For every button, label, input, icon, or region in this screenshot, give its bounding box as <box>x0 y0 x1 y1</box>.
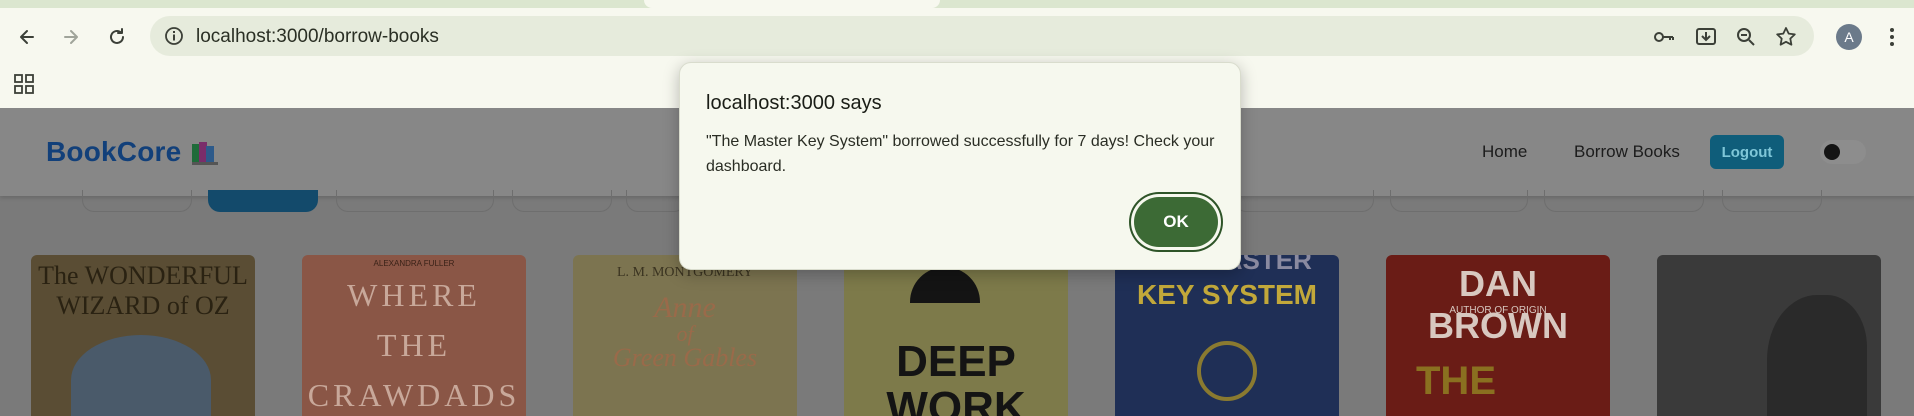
tab-strip <box>0 0 1914 8</box>
book-title-line: The WONDERFUL <box>38 261 248 290</box>
book-title-line: Green Gables <box>612 343 758 372</box>
nav-home-link[interactable]: Home <box>1482 142 1527 162</box>
book-title-line: THE <box>376 327 452 363</box>
dialog-message: "The Master Key System" borrowed success… <box>706 133 1215 175</box>
cover-illustration <box>71 335 211 416</box>
back-button[interactable] <box>12 22 42 52</box>
book-author-note: ALEXANDRA FULLER <box>373 259 455 268</box>
reload-icon <box>110 28 124 44</box>
nav-borrow-books-link[interactable]: Borrow Books <box>1574 142 1680 162</box>
book-title-line: DEEP <box>896 337 1016 386</box>
book-subtitle: AUTHOR OF ORIGIN <box>1449 305 1547 316</box>
reload-button[interactable] <box>102 22 132 52</box>
book-cover[interactable] <box>1657 255 1881 416</box>
bookmark-star-icon[interactable] <box>1774 25 1798 49</box>
book-cover[interactable]: DEEP WORK <box>844 255 1068 416</box>
book-title-line: THE <box>1416 359 1496 403</box>
book-title-line: KEY SYSTEM <box>1137 279 1317 310</box>
book-cover[interactable]: MASTER KEY SYSTEM <box>1115 255 1339 416</box>
book-title-line: CRAWDADS <box>307 377 521 413</box>
ok-button[interactable]: OK <box>1134 197 1218 247</box>
active-tab[interactable] <box>644 0 940 8</box>
books-logo-icon <box>192 142 218 165</box>
filter-pill-active[interactable] <box>208 190 318 212</box>
more-menu-icon[interactable] <box>1880 24 1904 50</box>
cover-portrait <box>1767 295 1867 416</box>
dialog-title: localhost:3000 says <box>706 92 882 114</box>
book-cover[interactable]: The WONDERFUL WIZARD of OZ <box>31 255 255 416</box>
filter-pill[interactable] <box>626 190 686 212</box>
back-icon <box>20 30 34 44</box>
lamp-shape <box>910 267 980 303</box>
book-cover[interactable]: DAN BROWN AUTHOR OF ORIGIN THE <box>1386 255 1610 416</box>
logout-button[interactable]: Logout <box>1710 135 1784 169</box>
apps-grid-icon[interactable] <box>12 72 36 96</box>
book-title-line: WIZARD of OZ <box>56 291 230 320</box>
password-key-icon[interactable] <box>1652 25 1676 49</box>
address-bar[interactable]: localhost:3000/borrow-books <box>150 16 1814 56</box>
toggle-knob <box>1824 144 1840 160</box>
forward-button[interactable] <box>56 22 86 52</box>
forward-icon <box>64 30 78 44</box>
book-title-line: WORK <box>886 383 1026 416</box>
url-text[interactable]: localhost:3000/borrow-books <box>196 26 439 48</box>
zoom-out-icon[interactable] <box>1734 25 1758 49</box>
key-emblem-icon <box>1197 341 1257 401</box>
profile-avatar[interactable]: A <box>1836 24 1862 50</box>
info-icon[interactable] <box>164 26 184 46</box>
book-title-line: Anne <box>654 291 716 324</box>
browser-toolbar: localhost:3000/borrow-books A <box>0 8 1914 64</box>
filter-pill[interactable] <box>1234 190 1374 212</box>
filter-pill[interactable] <box>336 190 494 212</box>
filter-pill[interactable] <box>512 190 612 212</box>
filter-pill[interactable] <box>82 190 192 212</box>
book-cover[interactable]: L. M. MONTGOMERY Anne of Green Gables <box>573 255 797 416</box>
site-logo[interactable]: BookCore <box>46 136 181 168</box>
filter-pill[interactable] <box>1390 190 1528 212</box>
alert-dialog: localhost:3000 says "The Master Key Syst… <box>679 62 1241 270</box>
filter-pill[interactable] <box>1722 190 1822 212</box>
book-cover[interactable]: ALEXANDRA FULLER WHERE THE CRAWDADS <box>302 255 526 416</box>
book-title-line: WHERE <box>347 277 481 313</box>
filter-pill[interactable] <box>1544 190 1704 212</box>
install-app-icon[interactable] <box>1694 25 1718 49</box>
theme-toggle[interactable] <box>1820 140 1866 164</box>
